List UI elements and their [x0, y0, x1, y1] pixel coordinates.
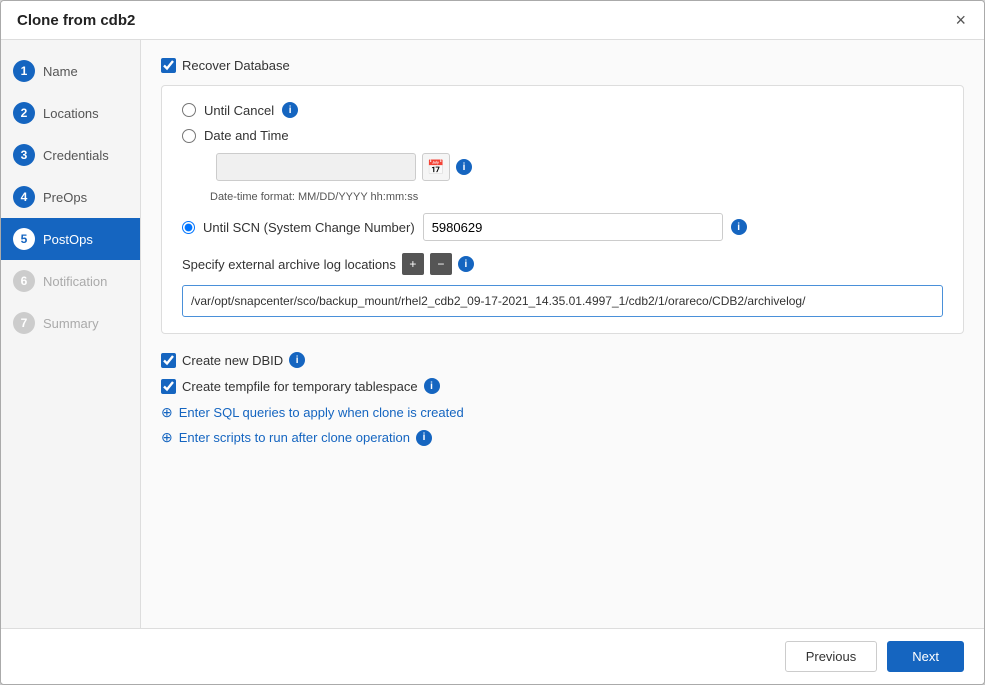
- next-button[interactable]: Next: [887, 641, 964, 672]
- create-dbid-info-icon[interactable]: i: [289, 352, 305, 368]
- scripts-expand-icon: ⊕: [161, 429, 173, 446]
- sidebar-label-preops: PreOps: [43, 190, 87, 205]
- dialog-footer: Previous Next: [1, 628, 984, 684]
- clone-dialog: Clone from cdb2 × 1 Name 2 Locations 3 C…: [0, 0, 985, 685]
- archive-path-container: [182, 285, 943, 317]
- archive-log-label: Specify external archive log locations: [182, 257, 396, 272]
- until-cancel-label[interactable]: Until Cancel: [204, 103, 274, 118]
- until-cancel-row: Until Cancel i: [182, 102, 943, 118]
- sidebar-label-summary: Summary: [43, 316, 99, 331]
- scripts-link[interactable]: Enter scripts to run after clone operati…: [179, 430, 410, 445]
- date-time-radio[interactable]: [182, 129, 196, 143]
- dialog-title-bar: Clone from cdb2 ×: [1, 1, 984, 40]
- sidebar-item-credentials[interactable]: 3 Credentials: [1, 134, 140, 176]
- create-tempfile-checkbox[interactable]: [161, 379, 176, 394]
- step-num-5: 5: [13, 228, 35, 250]
- until-cancel-radio[interactable]: [182, 103, 196, 117]
- sidebar-label-notification: Notification: [43, 274, 107, 289]
- sidebar-item-preops[interactable]: 4 PreOps: [1, 176, 140, 218]
- sidebar-item-postops[interactable]: 5 PostOps: [1, 218, 140, 260]
- step-num-6: 6: [13, 270, 35, 292]
- recover-database-label[interactable]: Recover Database: [182, 58, 290, 73]
- main-content: Recover Database Until Cancel i Date and…: [141, 40, 984, 628]
- sidebar-item-summary[interactable]: 7 Summary: [1, 302, 140, 344]
- step-num-7: 7: [13, 312, 35, 334]
- date-time-radio-row: Date and Time: [182, 128, 943, 143]
- scn-row: Until SCN (System Change Number) i: [182, 213, 943, 241]
- archive-log-row: Specify external archive log locations +…: [182, 253, 943, 275]
- sidebar-label-postops: PostOps: [43, 232, 93, 247]
- recovery-card: Until Cancel i Date and Time 📅 i Date-ti…: [161, 85, 964, 334]
- recover-database-checkbox[interactable]: [161, 58, 176, 73]
- scn-info-icon[interactable]: i: [731, 219, 747, 235]
- date-time-label[interactable]: Date and Time: [204, 128, 289, 143]
- archive-log-add-button[interactable]: +: [402, 253, 424, 275]
- previous-button[interactable]: Previous: [785, 641, 878, 672]
- step-num-1: 1: [13, 60, 35, 82]
- create-dbid-checkbox[interactable]: [161, 353, 176, 368]
- step-num-4: 4: [13, 186, 35, 208]
- datetime-format-hint: Date-time format: MM/DD/YYYY hh:mm:ss: [210, 191, 943, 203]
- date-time-info-icon[interactable]: i: [456, 159, 472, 175]
- create-tempfile-info-icon[interactable]: i: [424, 378, 440, 394]
- sidebar-item-locations[interactable]: 2 Locations: [1, 92, 140, 134]
- archive-path-input[interactable]: [182, 285, 943, 317]
- sidebar: 1 Name 2 Locations 3 Credentials 4 PreOp…: [1, 40, 141, 628]
- sidebar-item-name[interactable]: 1 Name: [1, 50, 140, 92]
- sidebar-label-credentials: Credentials: [43, 148, 109, 163]
- calendar-button[interactable]: 📅: [422, 153, 450, 181]
- sql-queries-link[interactable]: Enter SQL queries to apply when clone is…: [179, 405, 464, 420]
- sql-queries-expand-icon: ⊕: [161, 404, 173, 421]
- close-button[interactable]: ×: [953, 11, 968, 29]
- date-time-input-row: 📅 i: [182, 153, 943, 181]
- step-num-3: 3: [13, 144, 35, 166]
- until-scn-label[interactable]: Until SCN (System Change Number): [203, 220, 415, 235]
- sql-queries-link-row[interactable]: ⊕ Enter SQL queries to apply when clone …: [161, 404, 964, 421]
- sidebar-item-notification[interactable]: 6 Notification: [1, 260, 140, 302]
- scn-input[interactable]: [423, 213, 723, 241]
- until-scn-radio[interactable]: [182, 221, 195, 234]
- create-tempfile-row: Create tempfile for temporary tablespace…: [161, 378, 964, 394]
- sidebar-label-name: Name: [43, 64, 78, 79]
- create-dbid-row: Create new DBID i: [161, 352, 964, 368]
- until-cancel-info-icon[interactable]: i: [282, 102, 298, 118]
- dialog-title: Clone from cdb2: [17, 12, 135, 29]
- sidebar-label-locations: Locations: [43, 106, 99, 121]
- bottom-section: Create new DBID i Create tempfile for te…: [161, 348, 964, 446]
- scripts-link-row[interactable]: ⊕ Enter scripts to run after clone opera…: [161, 429, 964, 446]
- step-num-2: 2: [13, 102, 35, 124]
- archive-log-info-icon[interactable]: i: [458, 256, 474, 272]
- archive-log-remove-button[interactable]: −: [430, 253, 452, 275]
- create-dbid-label[interactable]: Create new DBID: [182, 353, 283, 368]
- date-time-input[interactable]: [216, 153, 416, 181]
- create-tempfile-label[interactable]: Create tempfile for temporary tablespace: [182, 379, 418, 394]
- scripts-info-icon[interactable]: i: [416, 430, 432, 446]
- recover-database-row: Recover Database: [161, 58, 964, 73]
- dialog-body: 1 Name 2 Locations 3 Credentials 4 PreOp…: [1, 40, 984, 628]
